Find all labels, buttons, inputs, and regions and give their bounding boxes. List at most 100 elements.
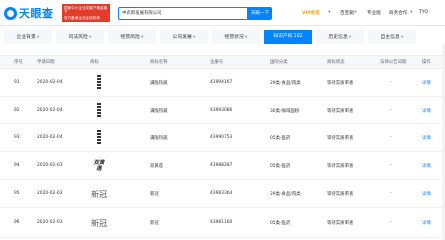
trademark-glyph: 新冠 bbox=[91, 189, 107, 199]
nav-toolbox[interactable]: 百宝箱 bbox=[340, 10, 354, 16]
trademark-image[interactable]: 新冠 bbox=[84, 210, 114, 236]
cell-class: 29类-食品/肉类 bbox=[270, 81, 301, 86]
cell-name: 新冠 bbox=[150, 221, 159, 226]
cell-index: 91 bbox=[14, 80, 20, 85]
cell-reg-no: 43988287 bbox=[210, 163, 233, 168]
cell-date: 2020-02-03 bbox=[37, 220, 63, 225]
chevron-down-icon: ▼ bbox=[140, 35, 144, 39]
search-button-label: 天眼一下 bbox=[250, 11, 270, 16]
vip-link[interactable]: VIP会员 bbox=[302, 10, 320, 16]
cell-reg-no: 43983364 bbox=[210, 191, 233, 196]
table-row: 92 2020-02-04 满陇热蔬 43993086 30类-咖啡面粉 等待实… bbox=[0, 97, 445, 124]
top-bar: 天眼查 国家中小企业发展子基金旗下 官方备案企业征信机构 中农新发展有限公司 天… bbox=[0, 0, 445, 26]
chevron-down-icon: ▼ bbox=[410, 10, 413, 14]
cell-date: 2020-02-04 bbox=[37, 108, 63, 113]
chevron-down-icon: ▼ bbox=[36, 35, 40, 39]
tab-background[interactable]: 企业背景▼ bbox=[4, 30, 52, 44]
col-status: 商标状态 bbox=[327, 60, 345, 65]
cell-date: 2020-02-03 bbox=[37, 191, 63, 196]
chevron-down-icon: ▼ bbox=[88, 35, 92, 39]
cell-date: 2020-02-04 bbox=[37, 135, 63, 140]
cell-index: 94 bbox=[14, 163, 20, 168]
cell-name: 满陇热蔬 bbox=[150, 136, 168, 141]
cell-notice: - bbox=[390, 163, 392, 168]
chevron-down-icon: ▼ bbox=[354, 10, 357, 14]
table-row: 94 2020-02-03 双黄莲 双黄莲 43988287 05类-医药 等待… bbox=[0, 152, 445, 180]
tab-history[interactable]: 历史信息▼ bbox=[316, 30, 364, 44]
trademark-glyph bbox=[97, 103, 101, 119]
cell-status: 等待实质审查 bbox=[327, 164, 354, 169]
trademark-image[interactable] bbox=[84, 98, 114, 124]
trademark-image[interactable] bbox=[84, 70, 114, 96]
detail-link[interactable]: 详情 bbox=[422, 135, 431, 141]
chevron-down-icon: ▼ bbox=[328, 10, 331, 14]
table-row: 96 2020-02-03 新冠 新冠 43981160 05类-医药 等待实质… bbox=[0, 208, 445, 238]
logo-eye-icon bbox=[4, 6, 17, 20]
cell-class: 05类-医药 bbox=[270, 164, 291, 169]
trademark-glyph bbox=[97, 75, 101, 91]
cell-class: 05类-医药 bbox=[270, 221, 291, 226]
cell-notice: - bbox=[390, 108, 392, 113]
cell-status: 等待实质审查 bbox=[327, 109, 354, 114]
cell-date: 2020-02-04 bbox=[37, 80, 63, 85]
col-date: 申请日期 bbox=[37, 60, 55, 65]
detail-link[interactable]: 详情 bbox=[422, 191, 431, 197]
cell-class: 05类-医药 bbox=[270, 136, 291, 141]
trademark-glyph bbox=[97, 130, 101, 146]
trademark-image[interactable] bbox=[84, 125, 114, 151]
promo-banner[interactable]: 国家中小企业发展子基金旗下 官方备案企业征信机构 bbox=[62, 4, 110, 22]
chevron-down-icon: ▼ bbox=[400, 35, 404, 39]
cell-status: 等待实质审查 bbox=[327, 192, 354, 197]
tab-operating-risk[interactable]: 经营风险▼ bbox=[108, 30, 156, 44]
cell-reg-no: 43990753 bbox=[210, 135, 233, 140]
detail-link[interactable]: 详情 bbox=[422, 220, 431, 226]
tab-label: 经营状况 bbox=[224, 35, 244, 40]
nav-user[interactable]: TYO bbox=[419, 10, 428, 15]
chevron-down-icon: ▼ bbox=[348, 35, 352, 39]
col-reg-no: 注册号 bbox=[210, 60, 224, 65]
table-row: 93 2020-02-04 满陇热蔬 43990753 05类-医药 等待实质审… bbox=[0, 124, 445, 152]
trademark-image[interactable]: 新冠 bbox=[84, 181, 114, 207]
tab-label: 历史信息 bbox=[328, 35, 348, 40]
cell-status: 等待实质审查 bbox=[327, 81, 354, 86]
cell-notice: - bbox=[390, 80, 392, 85]
cell-notice: - bbox=[390, 220, 392, 225]
trademark-glyph: 双黄莲 bbox=[93, 160, 105, 172]
cell-index: 93 bbox=[14, 135, 20, 140]
table-row: 95 2020-02-03 新冠 新冠 43983364 29类-食品/肉类 等… bbox=[0, 180, 445, 208]
search-input[interactable]: 中农新发展有限公司 bbox=[118, 7, 248, 20]
logo-text: 天眼查 bbox=[19, 7, 54, 20]
trademark-glyph: 新冠 bbox=[91, 218, 107, 228]
cell-status: 等待实质审查 bbox=[327, 221, 354, 226]
col-mark: 商标 bbox=[90, 60, 99, 65]
cell-reg-no: 43993086 bbox=[210, 108, 233, 113]
cell-class: 30类-咖啡面粉 bbox=[270, 109, 300, 114]
chevron-down-icon: ▼ bbox=[192, 35, 196, 39]
cell-notice: - bbox=[390, 191, 392, 196]
cell-status: 等待实质审查 bbox=[327, 136, 354, 141]
col-class: 国际分类 bbox=[270, 60, 288, 65]
cell-name: 满陇热蔬 bbox=[150, 81, 168, 86]
nav-business[interactable]: 商务合作 bbox=[389, 10, 407, 16]
tab-judicial-risk[interactable]: 司法风险▼ bbox=[56, 30, 104, 44]
search-button[interactable]: 天眼一下 bbox=[248, 7, 272, 20]
tab-self-info[interactable]: 自主信息▼ bbox=[368, 30, 416, 44]
tab-intellectual-property[interactable]: 知识产权102 bbox=[264, 30, 312, 44]
detail-link[interactable]: 详情 bbox=[422, 108, 431, 114]
col-action: 操作 bbox=[422, 60, 431, 65]
trademark-image[interactable]: 双黄莲 bbox=[84, 153, 114, 179]
cell-notice: - bbox=[390, 135, 392, 140]
cell-reg-no: 43994167 bbox=[210, 80, 233, 85]
tab-operations[interactable]: 经营状况▼ bbox=[212, 30, 260, 44]
cell-name: 满陇热蔬 bbox=[150, 109, 168, 114]
nav-pro[interactable]: 专业版 bbox=[367, 10, 381, 16]
section-tabs: 企业背景▼ 司法风险▼ 经营风险▼ 公司发展▼ 经营状况▼ 知识产权102 历史… bbox=[0, 30, 445, 44]
cell-name: 新冠 bbox=[150, 192, 159, 197]
site-logo[interactable]: 天眼查 bbox=[4, 5, 54, 21]
tab-label: 知识产权 bbox=[273, 34, 293, 39]
detail-link[interactable]: 详情 bbox=[422, 163, 431, 169]
detail-link[interactable]: 详情 bbox=[422, 80, 431, 86]
promo-line-1: 国家中小企业发展子基金旗下 bbox=[64, 6, 108, 15]
tab-development[interactable]: 公司发展▼ bbox=[160, 30, 208, 44]
chevron-down-icon: ▼ bbox=[244, 35, 248, 39]
